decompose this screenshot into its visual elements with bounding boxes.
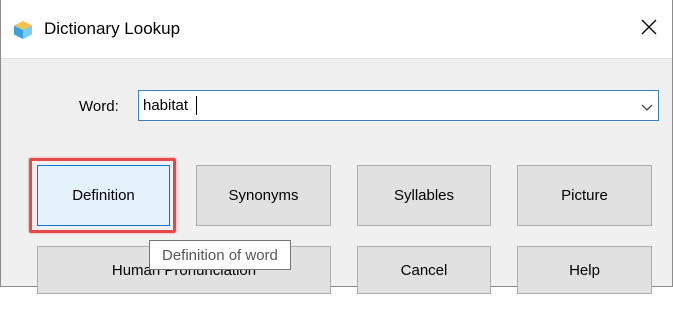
chevron-down-icon[interactable] bbox=[640, 100, 654, 112]
close-icon bbox=[641, 19, 657, 40]
help-button[interactable]: Help bbox=[517, 246, 652, 294]
cancel-button[interactable]: Cancel bbox=[357, 246, 491, 294]
title-bar: Dictionary Lookup bbox=[1, 0, 672, 59]
word-label: Word: bbox=[79, 98, 119, 115]
synonyms-button[interactable]: Synonyms bbox=[196, 165, 331, 226]
text-caret bbox=[196, 96, 197, 115]
definition-highlight-frame bbox=[29, 158, 176, 233]
dictionary-lookup-dialog: Dictionary Lookup Word: Definition Synon… bbox=[0, 0, 673, 294]
definition-tooltip: Definition of word bbox=[149, 240, 291, 270]
dictionary-app-icon bbox=[13, 20, 33, 40]
window-title: Dictionary Lookup bbox=[44, 19, 181, 38]
syllables-button[interactable]: Syllables bbox=[357, 165, 491, 226]
word-combobox[interactable] bbox=[138, 90, 659, 121]
picture-button[interactable]: Picture bbox=[517, 165, 652, 226]
close-button[interactable] bbox=[626, 0, 672, 58]
word-input[interactable] bbox=[143, 95, 623, 116]
